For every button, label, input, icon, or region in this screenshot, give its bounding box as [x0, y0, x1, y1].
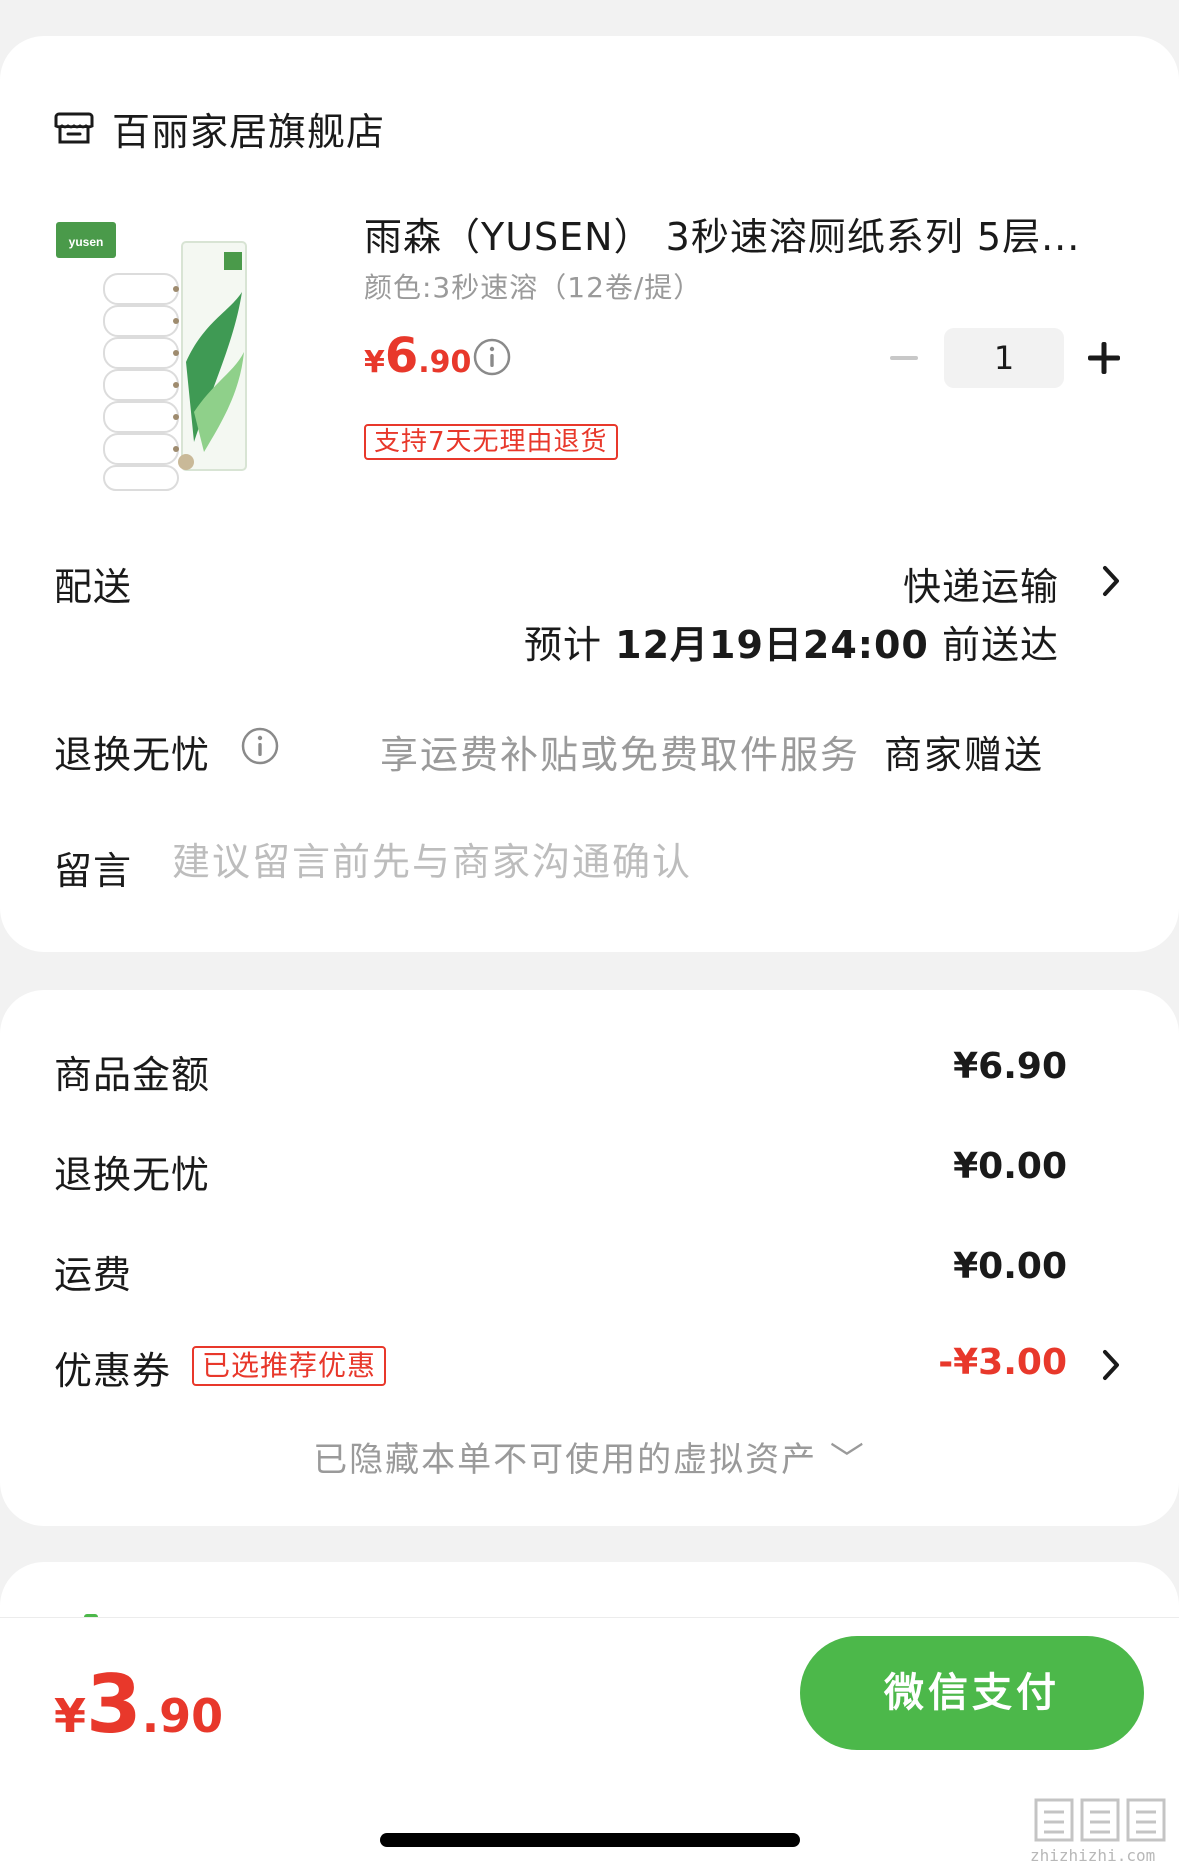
delivery-method[interactable]: 快递运输	[903, 556, 1059, 611]
order-card	[0, 36, 1179, 952]
watermark-text: zhizhizhi.com	[1030, 1846, 1156, 1865]
exchange-fee-value: ¥0.00	[953, 1146, 1067, 1187]
shipping-label: 运费	[54, 1253, 133, 1297]
delivery-label: 配送	[54, 565, 133, 609]
shipping-value: ¥0.00	[953, 1246, 1067, 1287]
hidden-assets-toggle[interactable]: 已隐藏本单不可使用的虚拟资产 ﹀	[0, 1432, 1179, 1481]
message-input[interactable]	[172, 840, 1072, 884]
price-decimal: .90	[418, 345, 472, 380]
message-label: 留言	[54, 849, 133, 893]
product-image[interactable]: yusen	[54, 212, 284, 492]
total-symbol: ¥	[54, 1689, 87, 1743]
price-info-icon[interactable]	[472, 337, 512, 377]
product-title[interactable]: 雨森（YUSEN） 3秒速溶厕纸系列 5层...	[364, 206, 1124, 261]
exchange-fee-label: 退换无忧	[54, 1153, 211, 1197]
quantity-minus-button[interactable]	[888, 340, 920, 376]
total-integer: 3	[86, 1658, 142, 1751]
return-policy-badge: 支持7天无理由退货	[364, 424, 618, 460]
coupon-chevron-icon[interactable]	[1100, 1348, 1122, 1382]
subtotal-value: ¥6.90	[953, 1046, 1067, 1087]
store-header[interactable]: 百丽家居旗舰店	[54, 100, 385, 156]
exchange-value: 商家赠送	[884, 733, 1045, 777]
quantity-field[interactable]: 1	[944, 328, 1064, 388]
wechat-pay-button[interactable]: 微信支付	[800, 1636, 1144, 1750]
exchange-label: 退换无忧	[54, 733, 211, 777]
coupon-badge[interactable]: 已选推荐优惠	[192, 1346, 387, 1386]
shop-icon	[54, 112, 94, 144]
coupon-label[interactable]: 优惠券	[54, 1340, 171, 1395]
subtotal-label: 商品金额	[54, 1053, 211, 1097]
eta-prefix: 预计	[524, 623, 603, 667]
delivery-chevron-icon[interactable]	[1100, 564, 1122, 598]
quantity-plus-button[interactable]	[1086, 340, 1122, 376]
eta-date: 12月19日24:00	[615, 623, 929, 667]
product-spec[interactable]: 颜色:3秒速溶（12卷/提）	[364, 266, 702, 306]
total-decimal: .90	[141, 1689, 224, 1743]
eta-suffix: 前送达	[941, 623, 1059, 667]
price-integer: 6	[384, 328, 419, 384]
price-symbol: ¥	[364, 345, 385, 380]
home-indicator[interactable]	[380, 1833, 800, 1847]
product-price: ¥ 6 .90	[364, 328, 471, 384]
svg-text:yusen: yusen	[69, 235, 104, 249]
store-name: 百丽家居旗舰店	[112, 109, 386, 154]
exchange-description: 享运费补贴或免费取件服务	[380, 733, 861, 777]
exchange-info-icon[interactable]	[240, 726, 280, 766]
coupon-value[interactable]: -¥3.00	[938, 1342, 1067, 1383]
total-price: ¥ 3 .90	[54, 1658, 223, 1751]
delivery-eta: 预计 12月19日24:00 前送达	[524, 614, 1059, 669]
